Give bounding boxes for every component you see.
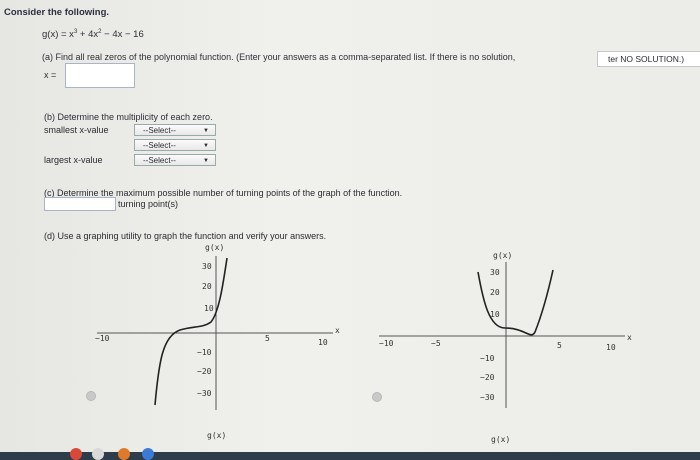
homework-page: Consider the following. g(x) = x3 + 4x2 … bbox=[0, 0, 700, 452]
y-axis-label-bottom: g(x) bbox=[491, 435, 510, 444]
y-tick-label: −30 bbox=[197, 389, 212, 398]
graph-option-2[interactable]: g(x) x −10 −5 5 10 30 20 10 −10 −20 −30 … bbox=[375, 240, 645, 445]
function-tail: − 4x − 16 bbox=[101, 29, 144, 41]
browser-icon[interactable] bbox=[70, 448, 82, 460]
taskbar bbox=[0, 452, 700, 460]
y-tick-label: −20 bbox=[197, 367, 212, 376]
part-b-prompt: (b) Determine the multiplicity of each z… bbox=[44, 112, 213, 122]
graph-option-1[interactable]: g(x) x −10 5 10 30 20 10 −10 −20 −30 g(x… bbox=[85, 240, 355, 445]
x-tick-label: 5 bbox=[265, 334, 270, 343]
y-tick-label: 30 bbox=[202, 262, 212, 271]
graph-option-1-radio[interactable] bbox=[86, 391, 96, 401]
x-tick-label: 10 bbox=[318, 338, 328, 347]
chevron-down-icon: ▼ bbox=[203, 143, 209, 149]
graph-option-2-radio[interactable] bbox=[372, 392, 382, 402]
smallest-x-label: smallest x-value bbox=[44, 125, 109, 135]
function-mid: + 4x bbox=[77, 29, 99, 41]
function-text: g(x) = x bbox=[42, 29, 74, 41]
app-icon[interactable] bbox=[142, 448, 154, 460]
chevron-down-icon: ▼ bbox=[203, 128, 209, 134]
y-tick-label: 10 bbox=[204, 304, 214, 313]
part-a-prompt: (a) Find all real zeros of the polynomia… bbox=[42, 52, 516, 62]
select-value: --Select-- bbox=[143, 126, 176, 135]
app-icon[interactable] bbox=[92, 448, 104, 460]
x-label: x = bbox=[44, 70, 57, 80]
x-axis-label: x bbox=[335, 326, 340, 335]
question-header: Consider the following. bbox=[4, 7, 110, 18]
multiplicity-select-largest[interactable]: --Select-- ▼ bbox=[134, 154, 216, 166]
turning-points-suffix: turning point(s) bbox=[118, 199, 179, 209]
x-tick-label: −5 bbox=[431, 339, 441, 348]
x-axis-label: x bbox=[627, 333, 632, 342]
y-tick-label: 20 bbox=[202, 282, 212, 291]
y-tick-label: 30 bbox=[490, 268, 500, 277]
select-value: --Select-- bbox=[143, 141, 176, 150]
chevron-down-icon: ▼ bbox=[203, 158, 209, 164]
multiplicity-select-smallest[interactable]: --Select-- ▼ bbox=[134, 124, 216, 136]
select-value: --Select-- bbox=[143, 156, 176, 165]
turning-points-input[interactable] bbox=[44, 197, 116, 211]
y-tick-label: −20 bbox=[480, 373, 495, 382]
x-tick-label: 5 bbox=[557, 341, 562, 350]
no-solution-text: ter NO SOLUTION.) bbox=[597, 51, 700, 67]
x-tick-label: −10 bbox=[95, 334, 110, 343]
y-axis-label-bottom: g(x) bbox=[207, 431, 226, 440]
multiplicity-select-middle[interactable]: --Select-- ▼ bbox=[134, 139, 216, 151]
largest-x-label: largest x-value bbox=[44, 155, 103, 165]
y-tick-label: −30 bbox=[480, 393, 495, 402]
app-icon[interactable] bbox=[118, 448, 130, 460]
x-tick-label: −10 bbox=[379, 339, 394, 348]
y-tick-label: 20 bbox=[490, 288, 500, 297]
graph-curve bbox=[477, 269, 554, 336]
y-axis-label-top: g(x) bbox=[205, 243, 224, 252]
x-tick-label: 10 bbox=[606, 343, 616, 352]
y-axis-label-top: g(x) bbox=[493, 251, 512, 260]
y-tick-label: −10 bbox=[480, 354, 495, 363]
y-tick-label: −10 bbox=[197, 348, 212, 357]
function-definition: g(x) = x3 + 4x2 − 4x − 16 bbox=[42, 29, 144, 40]
zeros-answer-input[interactable] bbox=[65, 63, 135, 88]
